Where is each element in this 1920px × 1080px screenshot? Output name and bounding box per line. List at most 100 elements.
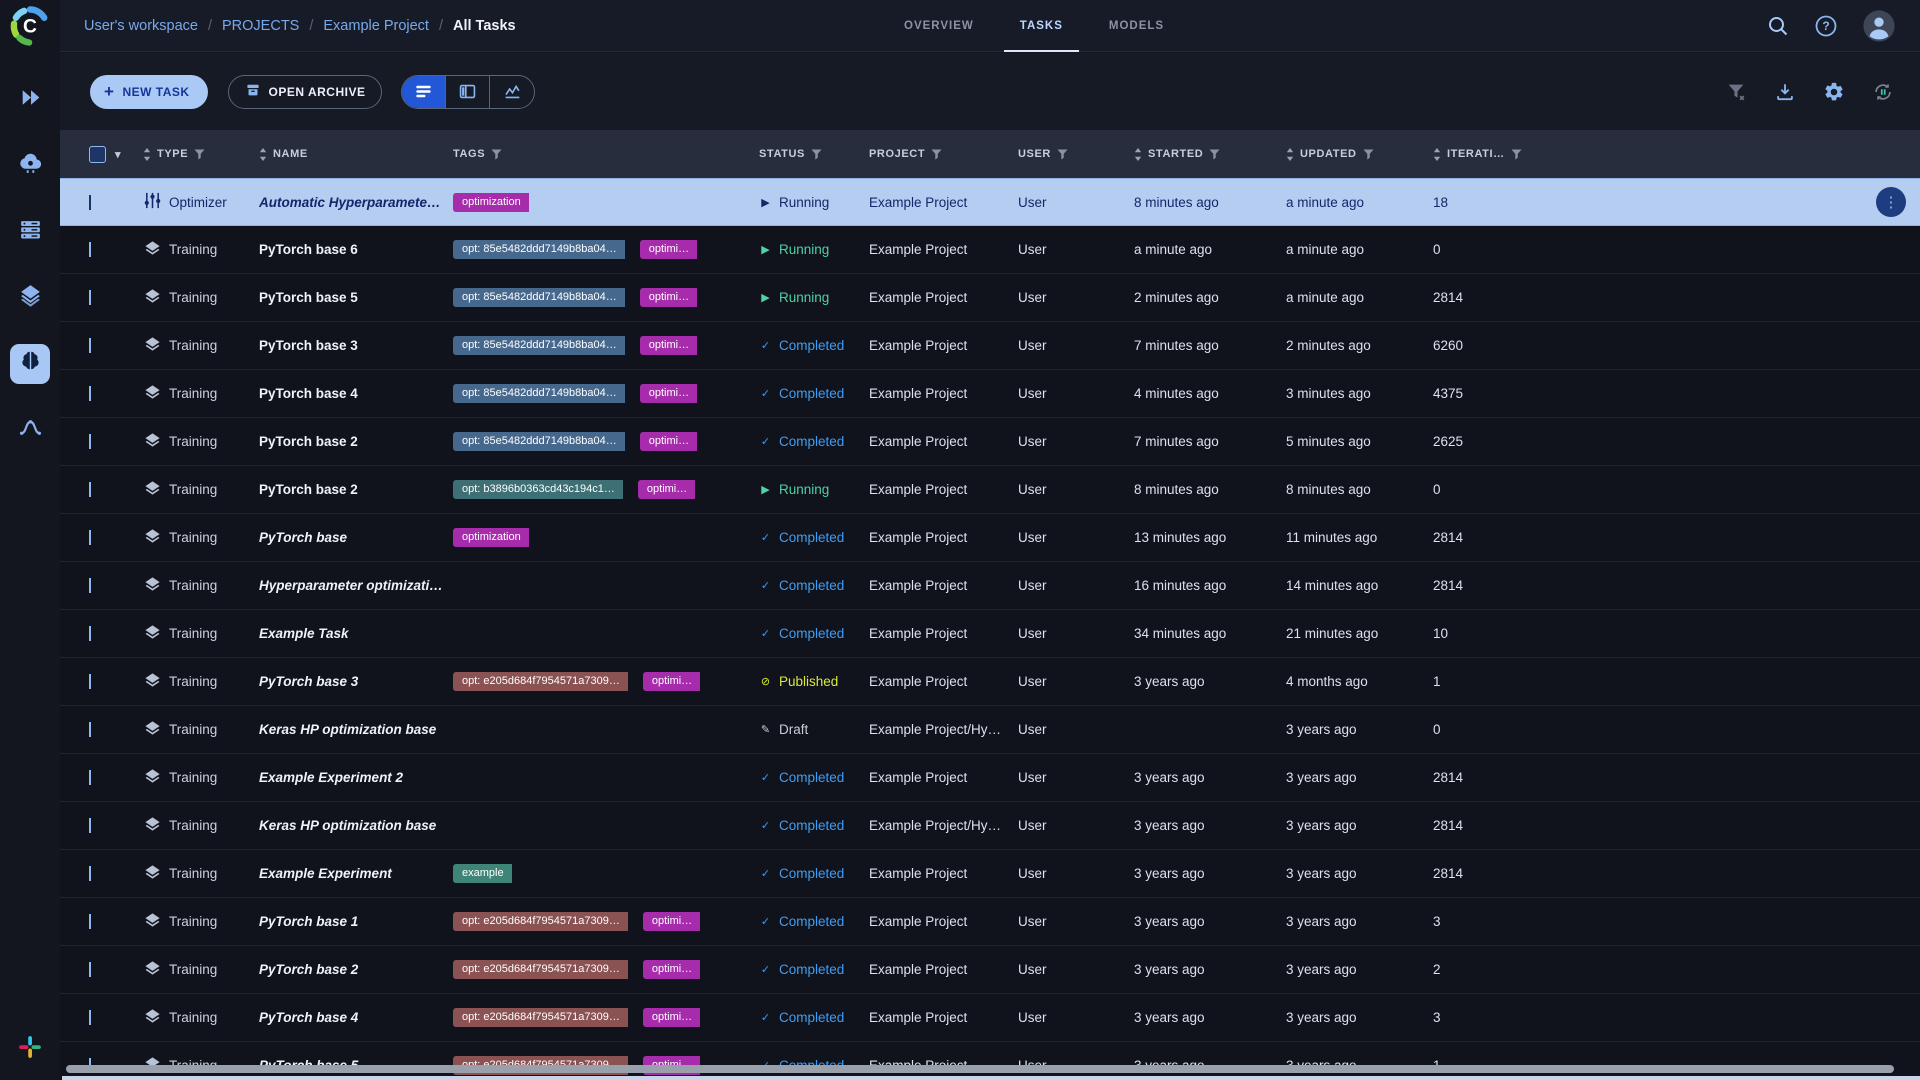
tag-badge[interactable]: optimi… [640,432,697,451]
tag-badge[interactable]: opt: 85e5482ddd7149b8ba04… [453,240,625,259]
tag-badge[interactable]: optimi… [640,336,697,355]
tag-badge[interactable]: example [453,864,512,883]
row-checkbox[interactable] [89,674,91,689]
column-header-project[interactable]: PROJECT [869,148,1018,160]
table-view-button[interactable] [402,76,446,108]
tag-badge[interactable]: opt: 85e5482ddd7149b8ba04… [453,432,625,451]
row-checkbox[interactable] [89,770,91,785]
column-header-status[interactable]: STATUS [759,148,869,160]
sort-icon[interactable] [143,148,151,161]
tag-badge[interactable]: optimi… [638,480,695,499]
sort-icon[interactable] [1134,148,1142,161]
filter-funnel-icon[interactable] [1057,149,1068,160]
row-checkbox[interactable] [89,434,91,449]
column-header-iteration[interactable]: ITERATI… [1433,148,1920,161]
column-header-tags[interactable]: TAGS [453,148,759,160]
help-icon[interactable]: ? [1814,14,1838,38]
task-row[interactable]: TrainingPyTorch base 2opt: 85e5482ddd714… [60,418,1920,466]
sidebar-item-datasets[interactable] [10,278,50,318]
task-row[interactable]: OptimizerAutomatic Hyperparamete…optimiz… [60,178,1920,226]
row-checkbox[interactable] [89,482,91,497]
compare-chart-view-button[interactable] [490,76,534,108]
row-checkbox[interactable] [89,530,91,545]
tab-models[interactable]: MODELS [1093,0,1180,52]
auto-refresh-pause-icon[interactable] [1872,81,1894,103]
task-row[interactable]: TrainingExample Experimentexample✓Comple… [60,850,1920,898]
tag-badge[interactable]: opt: e205d684f7954571a7309… [453,1008,628,1027]
task-row[interactable]: TrainingPyTorch baseoptimization✓Complet… [60,514,1920,562]
sort-icon[interactable] [259,148,267,161]
tag-badge[interactable]: optimi… [643,960,700,979]
tag-badge[interactable]: optimi… [643,672,700,691]
sidebar-item-getting-started[interactable] [10,80,50,120]
open-archive-button[interactable]: OPEN ARCHIVE [228,75,383,109]
row-checkbox[interactable] [89,722,91,737]
tag-badge[interactable]: optimi… [640,288,697,307]
task-row[interactable]: TrainingExample Task✓CompletedExample Pr… [60,610,1920,658]
sort-icon[interactable] [1286,148,1294,161]
task-row[interactable]: TrainingHyperparameter optimizati…✓Compl… [60,562,1920,610]
tag-badge[interactable]: optimization [453,528,529,547]
tag-badge[interactable]: opt: 85e5482ddd7149b8ba04… [453,288,625,307]
tag-badge[interactable]: opt: b3896b0363cd43c194c1… [453,480,623,499]
sidebar-item-pipelines[interactable] [10,410,50,450]
row-checkbox[interactable] [89,195,91,210]
download-icon[interactable] [1774,81,1796,103]
tag-badge[interactable]: opt: e205d684f7954571a7309… [453,960,628,979]
column-header-updated[interactable]: UPDATED [1286,148,1433,161]
filter-funnel-icon[interactable] [194,149,205,160]
sidebar-item-model-serving[interactable] [10,146,50,186]
search-icon[interactable] [1766,14,1790,38]
task-row[interactable]: TrainingPyTorch base 6opt: 85e5482ddd714… [60,226,1920,274]
task-row[interactable]: TrainingPyTorch base 1opt: e205d684f7954… [60,898,1920,946]
row-checkbox[interactable] [89,818,91,833]
column-header-started[interactable]: STARTED [1134,148,1286,161]
row-checkbox[interactable] [89,1010,91,1025]
task-row[interactable]: TrainingKeras HP optimization base✓Compl… [60,802,1920,850]
breadcrumb-link[interactable]: PROJECTS [222,18,299,34]
breadcrumb-link[interactable]: User's workspace [84,18,198,34]
new-task-button[interactable]: + NEW TASK [90,75,208,109]
tag-badge[interactable]: optimization [453,193,529,212]
tag-badge[interactable]: opt: e205d684f7954571a7309… [453,912,628,931]
task-row[interactable]: TrainingPyTorch base 2opt: e205d684f7954… [60,946,1920,994]
task-row[interactable]: TrainingPyTorch base 3opt: e205d684f7954… [60,658,1920,706]
column-header-type[interactable]: TYPE [143,148,259,161]
selection-dropdown-caret-icon[interactable]: ▾ [115,148,121,161]
task-row[interactable]: TrainingKeras HP optimization base✎Draft… [60,706,1920,754]
column-header-name[interactable]: NAME [259,148,453,161]
row-checkbox[interactable] [89,290,91,305]
row-menu-button[interactable]: ⋮ [1876,187,1906,217]
split-view-button[interactable] [446,76,490,108]
horizontal-scrollbar[interactable] [66,1065,1894,1073]
task-row[interactable]: TrainingPyTorch base 5opt: e205d684f7954… [60,1042,1920,1080]
breadcrumb-link[interactable]: Example Project [323,18,429,34]
row-checkbox[interactable] [89,962,91,977]
clear-filters-icon[interactable] [1725,81,1747,103]
clearml-logo[interactable]: C [8,4,52,48]
sidebar-item-workers-queues[interactable] [10,212,50,252]
tag-badge[interactable]: opt: 85e5482ddd7149b8ba04… [453,384,625,403]
row-checkbox[interactable] [89,242,91,257]
row-checkbox[interactable] [89,626,91,641]
tag-badge[interactable]: optimi… [640,240,697,259]
task-row[interactable]: TrainingPyTorch base 4opt: 85e5482ddd714… [60,370,1920,418]
settings-gear-icon[interactable] [1823,81,1845,103]
tag-badge[interactable]: optimi… [643,912,700,931]
tag-badge[interactable]: optimi… [640,384,697,403]
row-checkbox[interactable] [89,914,91,929]
filter-funnel-icon[interactable] [1511,149,1522,160]
task-row[interactable]: TrainingPyTorch base 2opt: b3896b0363cd4… [60,466,1920,514]
sort-icon[interactable] [1433,148,1441,161]
filter-funnel-icon[interactable] [1363,149,1374,160]
row-checkbox[interactable] [89,386,91,401]
row-checkbox[interactable] [89,866,91,881]
task-row[interactable]: TrainingPyTorch base 3opt: 85e5482ddd714… [60,322,1920,370]
filter-funnel-icon[interactable] [491,149,502,160]
tab-tasks[interactable]: TASKS [1004,0,1079,52]
task-row[interactable]: TrainingPyTorch base 4opt: e205d684f7954… [60,994,1920,1042]
row-checkbox[interactable] [89,338,91,353]
tag-badge[interactable]: opt: e205d684f7954571a7309… [453,672,628,691]
task-row[interactable]: TrainingPyTorch base 5opt: 85e5482ddd714… [60,274,1920,322]
filter-funnel-icon[interactable] [931,149,942,160]
